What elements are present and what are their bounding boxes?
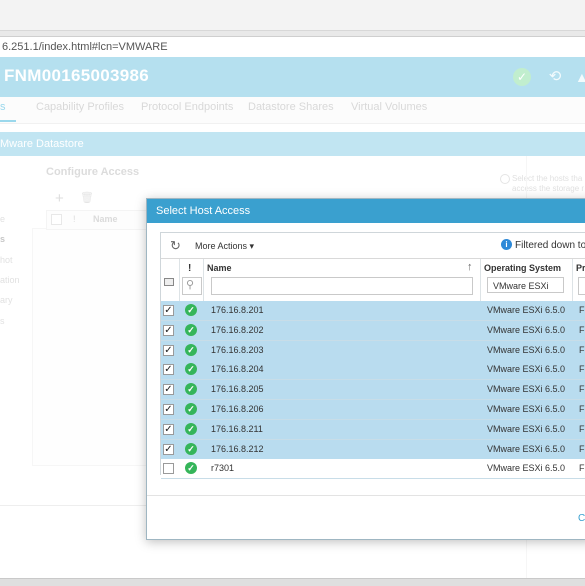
- row-checkbox[interactable]: ✓: [163, 384, 174, 396]
- table-row[interactable]: ✓ ✓ 176.16.8.206 VMware ESXi 6.5.0 F: [161, 400, 585, 420]
- host-protocol-cell: F: [579, 324, 585, 335]
- protocol-filter-input[interactable]: [578, 277, 585, 295]
- table-row[interactable]: ✓ r7301 VMware ESXi 6.5.0 F: [161, 459, 585, 480]
- host-name-cell: 176.16.8.204: [211, 364, 264, 375]
- host-protocol-cell: F: [579, 364, 585, 375]
- host-protocol-cell: F: [579, 384, 585, 395]
- cancel-button[interactable]: C: [578, 513, 585, 524]
- info-icon: i: [501, 239, 512, 250]
- host-os-cell: VMware ESXi 6.5.0: [487, 344, 566, 355]
- host-os-cell: VMware ESXi 6.5.0: [487, 364, 566, 375]
- browser-tab-strip: [0, 0, 585, 31]
- more-actions-menu[interactable]: More Actions ▾: [195, 241, 254, 252]
- host-os-cell: VMware ESXi 6.5.0: [487, 463, 566, 474]
- search-icon: ⚲: [186, 279, 195, 291]
- host-protocol-cell: F: [579, 443, 585, 454]
- address-url: 6.251.1/index.html#lcn=VMWARE: [2, 41, 168, 53]
- table-row[interactable]: ✓ ✓ 176.16.8.211 VMware ESXi 6.5.0 F: [161, 419, 585, 440]
- status-ok-icon: ✓: [185, 403, 197, 415]
- row-checkbox[interactable]: ✓: [163, 404, 174, 415]
- host-os-cell: VMware ESXi 6.5.0: [487, 324, 566, 335]
- name-filter-input[interactable]: [211, 277, 473, 295]
- status-ok-icon: ✓: [185, 323, 197, 336]
- host-protocol-cell: F: [579, 404, 585, 414]
- status-ok-icon: ✓: [185, 363, 197, 376]
- status-ok-icon: ✓: [185, 422, 197, 435]
- host-os-cell: VMware ESXi 6.5.0: [487, 443, 566, 454]
- row-checkbox[interactable]: ✓: [163, 364, 174, 376]
- table-row[interactable]: ✓ ✓ 176.16.8.201 VMware ESXi 6.5.0 F: [161, 301, 585, 321]
- divider: [147, 495, 585, 496]
- host-name-cell: 176.16.8.212: [211, 443, 264, 454]
- status-ok-icon: ✓: [185, 304, 197, 316]
- host-name-cell: 176.16.8.205: [211, 384, 264, 395]
- status-ok-icon: ✓: [185, 442, 197, 455]
- os-column-header[interactable]: Operating System: [484, 263, 561, 273]
- host-os-cell: VMware ESXi 6.5.0: [487, 305, 566, 315]
- host-name-cell: r7301: [211, 463, 235, 474]
- table-row[interactable]: ✓ ✓ 176.16.8.203 VMware ESXi 6.5.0 F: [161, 340, 585, 361]
- filter-status-text: Filtered down to 12: [515, 240, 585, 251]
- dialog-title: Select Host Access: [156, 205, 251, 217]
- host-name-cell: 176.16.8.206: [211, 404, 264, 414]
- sort-ascending-icon[interactable]: ↑: [467, 261, 473, 273]
- host-protocol-cell: F: [579, 305, 585, 315]
- row-checkbox[interactable]: ✓: [163, 423, 174, 435]
- row-checkbox[interactable]: ✓: [163, 344, 174, 356]
- select-all-checkbox[interactable]: [164, 278, 174, 286]
- host-name-cell: 176.16.8.202: [211, 324, 264, 335]
- host-name-cell: 176.16.8.211: [211, 423, 263, 434]
- refresh-icon[interactable]: ↻: [170, 238, 181, 254]
- row-checkbox[interactable]: ✓: [163, 305, 174, 316]
- status-column-header[interactable]: !: [188, 263, 191, 274]
- host-protocol-cell: F: [579, 423, 585, 434]
- protocol-column-header[interactable]: Pr: [576, 263, 585, 273]
- row-checkbox[interactable]: [163, 463, 174, 475]
- table-row[interactable]: ✓ ✓ 176.16.8.204 VMware ESXi 6.5.0 F: [161, 360, 585, 381]
- host-protocol-cell: F: [579, 463, 585, 474]
- table-row[interactable]: ✓ ✓ 176.16.8.202 VMware ESXi 6.5.0 F: [161, 320, 585, 341]
- table-row[interactable]: ✓ ✓ 176.16.8.212 VMware ESXi 6.5.0 F: [161, 439, 585, 460]
- address-bar[interactable]: 6.251.1/index.html#lcn=VMWARE: [0, 36, 585, 58]
- host-name-cell: 176.16.8.203: [211, 344, 264, 355]
- name-column-header[interactable]: Name: [207, 263, 232, 273]
- os-filter-input[interactable]: VMware ESXi: [487, 277, 564, 293]
- table-row[interactable]: ✓ ✓ 176.16.8.205 VMware ESXi 6.5.0 F: [161, 380, 585, 401]
- status-ok-icon: ✓: [185, 343, 197, 356]
- status-ok-icon: ✓: [185, 462, 197, 475]
- row-checkbox[interactable]: ✓: [163, 324, 174, 336]
- host-os-cell: VMware ESXi 6.5.0: [487, 404, 566, 414]
- host-os-cell: VMware ESXi 6.5.0: [487, 423, 566, 434]
- host-protocol-cell: F: [579, 344, 585, 355]
- status-ok-icon: ✓: [185, 383, 197, 396]
- host-os-cell: VMware ESXi 6.5.0: [487, 384, 566, 395]
- row-checkbox[interactable]: ✓: [163, 443, 174, 455]
- host-name-cell: 176.16.8.201: [211, 305, 264, 315]
